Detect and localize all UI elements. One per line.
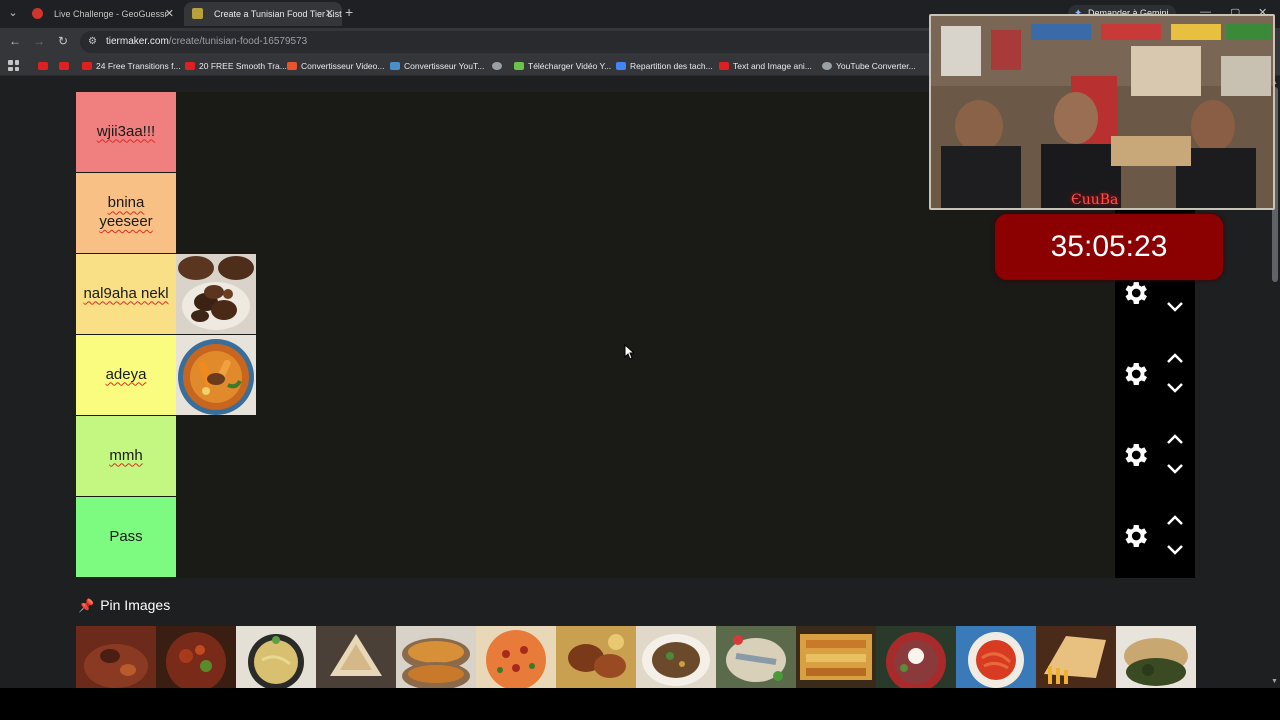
tier-label[interactable]: mmh (76, 416, 176, 496)
docs-icon (616, 62, 626, 70)
apps-grid-icon[interactable] (8, 60, 19, 71)
bookmark-item[interactable]: 20 FREE Smooth Tra... (185, 59, 287, 73)
tier-label[interactable]: nal9aha nekl (76, 254, 176, 334)
tier-drop-zone[interactable] (176, 335, 1115, 415)
tier-label[interactable]: adeya (76, 335, 176, 415)
globe-icon (822, 62, 832, 70)
tab-geoguessr[interactable]: Live Challenge - GeoGuessr ✕ (24, 2, 182, 26)
tab-title: Create a Tunisian Food Tier List (214, 9, 342, 19)
pin-images-strip (76, 626, 1196, 688)
site-info-icon[interactable]: ⚙ (88, 31, 97, 53)
bookmark-item[interactable] (38, 59, 52, 73)
mouse-cursor-icon (624, 344, 634, 360)
tab-tiermaker[interactable]: Create a Tunisian Food Tier List ✕ (184, 2, 342, 26)
move-tier-up-chevron-icon[interactable] (1165, 432, 1185, 446)
webcam-overlay: ЄuuBa (929, 14, 1275, 210)
geoguessr-favicon-icon (32, 8, 43, 19)
food-image[interactable] (556, 626, 636, 688)
tier-drop-zone[interactable] (176, 416, 1115, 496)
timer-value: 35:05:23 (1050, 230, 1168, 263)
tier-row: Pass (76, 497, 1195, 578)
scroll-down-arrow-icon[interactable]: ▼ (1271, 678, 1278, 685)
url-domain: tiermaker.com (106, 36, 169, 47)
food-image[interactable] (76, 626, 156, 688)
tier-label[interactable]: wjii3aa!!! (76, 92, 176, 172)
youtube-icon (38, 62, 48, 70)
pin-images-heading: 📌 Pin Images (78, 597, 171, 613)
grilled-meat-image[interactable] (176, 254, 256, 334)
close-tab-icon[interactable]: ✕ (325, 2, 334, 26)
tier-row: adeya (76, 335, 1195, 416)
reload-icon[interactable]: ↻ (55, 34, 71, 48)
food-image[interactable] (316, 626, 396, 688)
food-image[interactable] (636, 626, 716, 688)
move-tier-down-chevron-icon[interactable] (1165, 543, 1185, 557)
food-image[interactable] (236, 626, 316, 688)
tier-label[interactable]: bnina yeeseer (76, 173, 176, 253)
bookmark-item[interactable]: Télécharger Vidéo Y... (514, 59, 611, 73)
bookmark-item[interactable]: Text and Image ani... (719, 59, 812, 73)
food-image[interactable] (876, 626, 956, 688)
converter-icon (390, 62, 400, 70)
food-image[interactable] (1036, 626, 1116, 688)
tiermaker-favicon-icon (192, 8, 203, 19)
tier-drop-zone[interactable] (176, 497, 1115, 577)
tier-settings-gear-icon[interactable] (1120, 359, 1150, 389)
food-image[interactable] (396, 626, 476, 688)
food-image[interactable] (956, 626, 1036, 688)
globe-icon (492, 62, 502, 70)
tier-controls (1115, 497, 1195, 578)
close-tab-icon[interactable]: ✕ (165, 2, 174, 26)
youtube-icon (185, 62, 195, 70)
tier-settings-gear-icon[interactable] (1120, 278, 1150, 308)
tier-settings-gear-icon[interactable] (1120, 440, 1150, 470)
tier-controls (1115, 335, 1195, 416)
tab-search-icon[interactable]: ⌄ (4, 6, 22, 22)
move-tier-down-chevron-icon[interactable] (1165, 381, 1185, 395)
move-tier-down-chevron-icon[interactable] (1165, 462, 1185, 476)
webcam-feed-image (931, 16, 1273, 208)
tier-controls (1115, 416, 1195, 497)
pushpin-icon: 📌 (78, 598, 95, 613)
address-bar[interactable]: ⚙ tiermaker.com/create/tunisian-food-165… (80, 31, 940, 53)
taskbar (0, 688, 1280, 720)
z-icon (287, 62, 297, 70)
food-image[interactable] (1116, 626, 1196, 688)
bookmark-item[interactable]: YouTube Converter... (822, 59, 916, 73)
food-image[interactable] (716, 626, 796, 688)
bookmark-item[interactable]: Convertisseur YouT... (390, 59, 484, 73)
bookmark-item[interactable]: Convertisseur Video... (287, 59, 384, 73)
tier-row: mmh (76, 416, 1195, 497)
youtube-icon (82, 62, 92, 70)
cam-banner-text: ЄuuBa (1071, 192, 1119, 208)
bookmark-item[interactable] (59, 59, 73, 73)
move-tier-up-chevron-icon[interactable] (1165, 513, 1185, 527)
move-tier-up-chevron-icon[interactable] (1165, 351, 1185, 365)
youtube-icon (719, 62, 729, 70)
couscous-image[interactable] (176, 335, 256, 415)
youtube-icon (59, 62, 69, 70)
food-image[interactable] (476, 626, 556, 688)
tier-drop-zone[interactable] (176, 254, 1115, 334)
tab-title: Live Challenge - GeoGuessr (54, 9, 168, 19)
bookmark-item[interactable]: Repartition des tach... (616, 59, 713, 73)
new-tab-icon[interactable]: + (345, 4, 353, 20)
download-icon (514, 62, 524, 70)
tier-label[interactable]: Pass (76, 497, 176, 577)
food-image[interactable] (796, 626, 876, 688)
bookmark-item[interactable] (492, 59, 506, 73)
move-tier-down-chevron-icon[interactable] (1165, 300, 1185, 314)
food-image[interactable] (156, 626, 236, 688)
tier-settings-gear-icon[interactable] (1120, 521, 1150, 551)
forward-icon[interactable]: → (31, 34, 47, 48)
back-icon[interactable]: ← (7, 34, 23, 48)
bookmark-item[interactable]: 24 Free Transitions f... (82, 59, 181, 73)
url-path: /create/tunisian-food-16579573 (168, 36, 308, 47)
stream-timer: 35:05:23 (995, 214, 1223, 280)
